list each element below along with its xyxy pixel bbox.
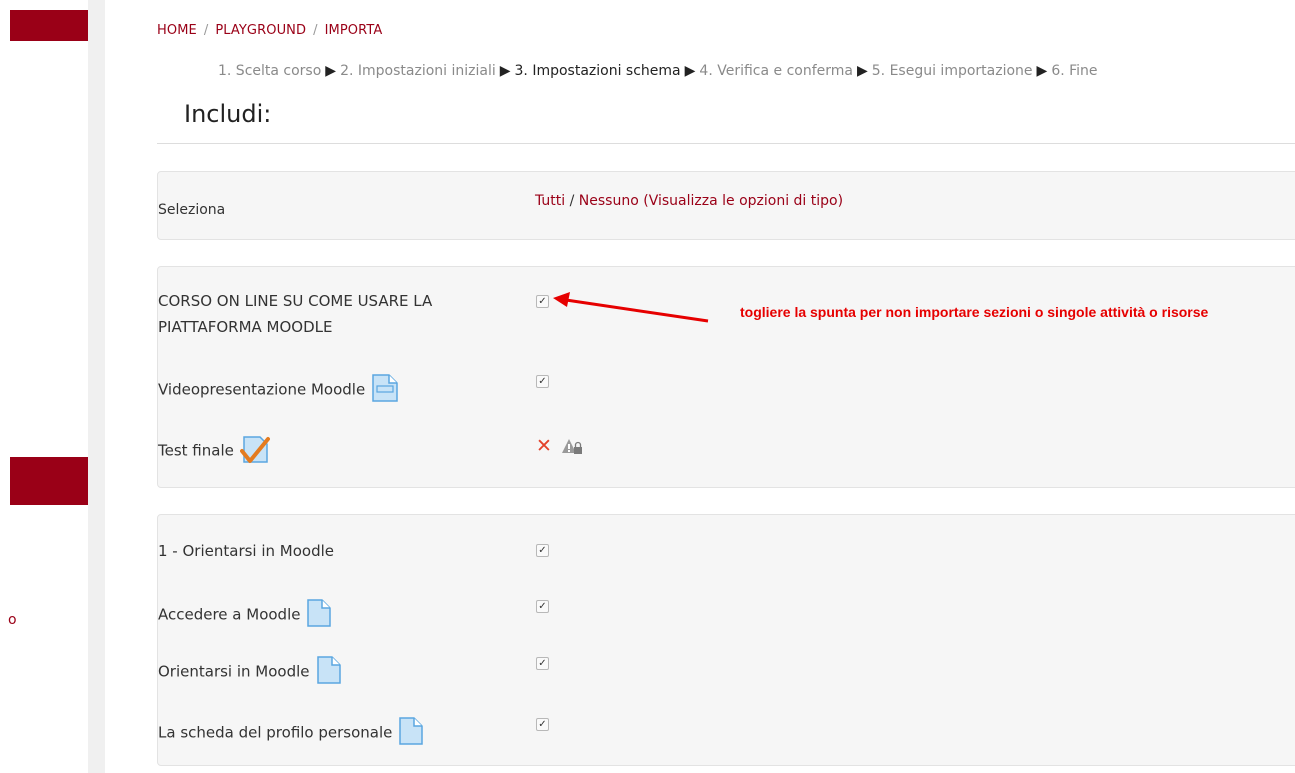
- heading-divider: [157, 143, 1295, 144]
- activity-label-text: Test finale: [158, 441, 234, 460]
- quiz-icon: [239, 433, 270, 469]
- activity-label-orientarsi: Orientarsi in Moodle: [158, 655, 342, 689]
- step-1: 1. Scelta corso: [218, 63, 322, 79]
- step-5: 5. Esegui importazione: [871, 63, 1033, 79]
- step-6: 6. Fine: [1051, 63, 1098, 79]
- section-0-checkbox[interactable]: ✓: [536, 295, 549, 308]
- file-icon: [306, 598, 332, 632]
- sidebar-text-fragment: o: [8, 612, 17, 628]
- annotation-text: togliere la spunta per non importare sez…: [740, 304, 1209, 320]
- import-steps: 1. Scelta corso ▶ 2. Impostazioni iniziali…: [218, 63, 1098, 79]
- page-title: Includi:: [184, 100, 272, 128]
- activity-label-text: Videopresentazione Moodle: [158, 380, 366, 399]
- section-0-title: CORSO ON LINE SU COME USARE LA PIATTAFOR…: [158, 292, 433, 336]
- show-type-options-link[interactable]: (Visualizza le opzioni di tipo): [643, 193, 843, 209]
- left-gutter: [0, 0, 88, 773]
- breadcrumb-playground[interactable]: PLAYGROUND: [215, 23, 306, 38]
- activity-label-test-finale: Test finale: [158, 433, 270, 469]
- activity-label-accedere: Accedere a Moodle: [158, 598, 332, 632]
- select-label: Seleziona: [158, 202, 226, 218]
- step-arrow: ▶: [684, 63, 696, 79]
- sidebar-block-top[interactable]: [10, 10, 88, 41]
- excluded-x-icon: ✕: [536, 435, 552, 457]
- page-gutter-band: [88, 0, 105, 773]
- step-3-current: 3. Impostazioni schema: [514, 63, 681, 79]
- breadcrumb-separator: /: [313, 23, 318, 38]
- breadcrumb-importa[interactable]: IMPORTA: [325, 23, 383, 38]
- activity-label-text: La scheda del profilo personale: [158, 723, 393, 742]
- warning-lock-icon: [562, 439, 582, 454]
- section-1-title: 1 - Orientarsi in Moodle: [158, 542, 335, 560]
- activity-label-text: Orientarsi in Moodle: [158, 662, 310, 681]
- section-1-checkbox[interactable]: ✓: [536, 544, 549, 557]
- activity-label-videopresentazione: Videopresentazione Moodle: [158, 373, 399, 407]
- annotation-arrow: [553, 292, 709, 323]
- page-icon: [371, 373, 399, 407]
- activity-checkbox-videopresentazione[interactable]: ✓: [536, 375, 549, 388]
- file-icon: [398, 716, 424, 750]
- select-none-link[interactable]: Nessuno: [579, 193, 639, 209]
- select-all-link[interactable]: Tutti: [535, 193, 565, 209]
- select-slash: /: [569, 193, 575, 209]
- breadcrumb-home[interactable]: HOME: [157, 23, 197, 38]
- activity-label-text: Accedere a Moodle: [158, 605, 301, 624]
- step-4: 4. Verifica e conferma: [699, 63, 853, 79]
- activity-label-scheda-profilo: La scheda del profilo personale: [158, 716, 424, 750]
- breadcrumb: HOME / PLAYGROUND / IMPORTA: [157, 23, 382, 38]
- file-icon: [316, 655, 342, 689]
- step-arrow: ▶: [856, 63, 868, 79]
- activity-checkbox-orientarsi[interactable]: ✓: [536, 657, 549, 670]
- sidebar-block-active[interactable]: [10, 457, 88, 505]
- select-links: Tutti / Nessuno (Visualizza le opzioni d…: [535, 193, 843, 209]
- step-arrow: ▶: [1036, 63, 1048, 79]
- activity-checkbox-accedere[interactable]: ✓: [536, 600, 549, 613]
- step-arrow: ▶: [325, 63, 337, 79]
- breadcrumb-separator: /: [203, 23, 209, 38]
- step-2: 2. Impostazioni iniziali: [340, 63, 496, 79]
- step-arrow: ▶: [499, 63, 511, 79]
- activity-checkbox-scheda-profilo[interactable]: ✓: [536, 718, 549, 731]
